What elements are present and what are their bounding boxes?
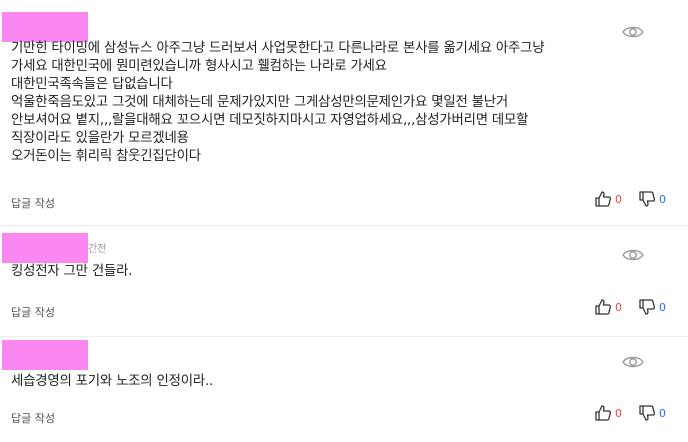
- author-redaction: [2, 233, 88, 263]
- comment-item: 간전 킹성전자 그만 건들라. 답글 작성 0 0: [0, 226, 688, 336]
- like-button[interactable]: 0: [594, 404, 622, 422]
- thumbs-up-icon: [595, 299, 612, 315]
- author-redaction: [2, 12, 88, 42]
- thumbs-up-icon: [595, 405, 612, 421]
- comment-time: 간전: [88, 244, 107, 255]
- dislike-count: 0: [659, 406, 666, 420]
- comment-text: 기만힌 타이밍에 삼성뉴스 아주그냥 드러보서 사업못한다고 다른나라로 본사를…: [11, 41, 545, 164]
- reply-button[interactable]: 답글 작성: [11, 410, 55, 426]
- like-button[interactable]: 0: [594, 190, 622, 208]
- like-button[interactable]: 0: [594, 298, 622, 316]
- thumbs-down-icon: [639, 299, 656, 315]
- dislike-button[interactable]: 0: [638, 298, 666, 316]
- dislike-count: 0: [659, 192, 666, 206]
- eye-icon[interactable]: [622, 24, 644, 40]
- like-count: 0: [615, 192, 622, 206]
- dislike-button[interactable]: 0: [638, 190, 666, 208]
- author-redaction: [2, 340, 88, 370]
- comment-item: 기만힌 타이밍에 삼성뉴스 아주그냥 드러보서 사업못한다고 다른나라로 본사를…: [0, 0, 688, 225]
- eye-icon[interactable]: [622, 247, 644, 263]
- comment-text: 세습경영의 포기와 노조의 인정이라..: [11, 374, 214, 389]
- dislike-count: 0: [659, 300, 666, 314]
- dislike-button[interactable]: 0: [638, 404, 666, 422]
- reply-button[interactable]: 답글 작성: [11, 195, 55, 211]
- thumbs-up-icon: [595, 191, 612, 207]
- comment-text: 킹성전자 그만 건들라.: [11, 264, 133, 279]
- thumbs-down-icon: [639, 405, 656, 421]
- like-count: 0: [615, 300, 622, 314]
- like-count: 0: [615, 406, 622, 420]
- thumbs-down-icon: [639, 191, 656, 207]
- eye-icon[interactable]: [622, 354, 644, 370]
- reply-button[interactable]: 답글 작성: [11, 304, 55, 320]
- comment-item: 세습경영의 포기와 노조의 인정이라.. 답글 작성 0 0: [0, 337, 688, 442]
